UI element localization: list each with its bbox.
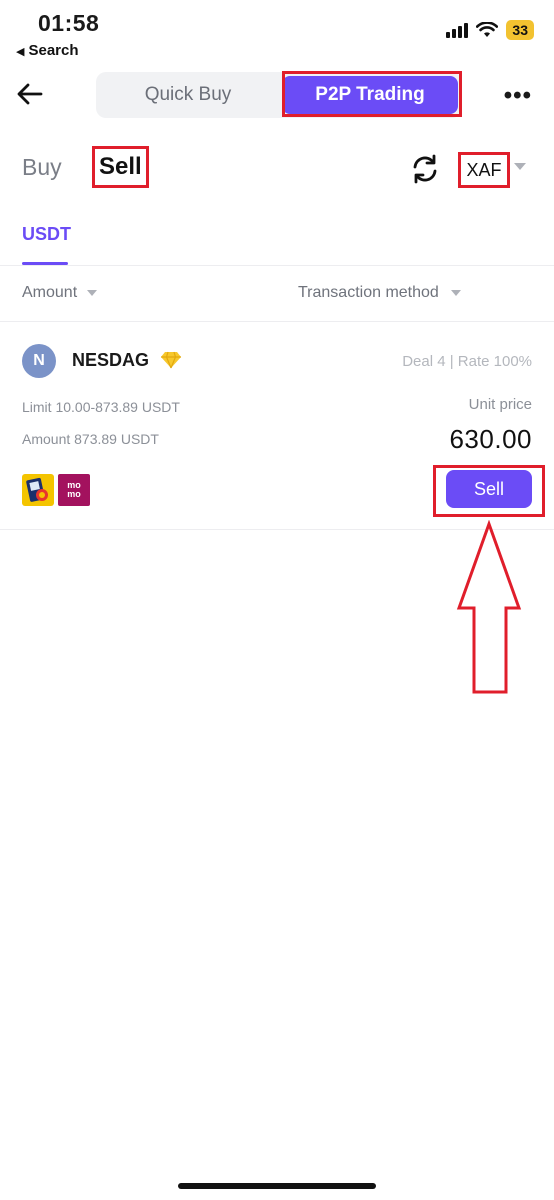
avatar[interactable]: N — [22, 344, 56, 378]
sell-button[interactable]: Sell — [446, 470, 532, 508]
wifi-icon — [476, 22, 499, 37]
merchant-name[interactable]: NESDAG — [72, 350, 149, 371]
back-triangle-icon: ◀ — [16, 46, 25, 58]
offer-limit: Limit 10.00-873.89 USDT — [22, 399, 180, 415]
mtn-mobile-money-icon — [22, 474, 54, 506]
cellular-signal-icon — [446, 22, 469, 38]
back-to-app-link[interactable]: ◀ Search — [16, 42, 79, 59]
offer-amount: Amount 873.89 USDT — [22, 431, 159, 447]
mtn-logo-icon — [26, 477, 48, 502]
home-indicator[interactable] — [178, 1183, 376, 1189]
filter-amount[interactable]: Amount — [22, 284, 98, 302]
status-bar: 01:58 ◀ Search 33 — [0, 0, 554, 70]
app-header: Quick Buy P2P Trading ••• — [0, 70, 554, 120]
tab-asset-usdt[interactable]: USDT — [22, 224, 71, 245]
filter-transaction-method[interactable]: Transaction method — [298, 284, 461, 302]
more-icon[interactable]: ••• — [504, 82, 532, 110]
tab-quick-buy[interactable]: Quick Buy — [96, 72, 280, 118]
deal-stats: Deal 4 | Rate 100% — [402, 353, 532, 370]
annotation-arrow-icon — [456, 520, 522, 694]
back-arrow-icon[interactable] — [14, 78, 46, 110]
chevron-down-icon — [87, 290, 98, 296]
chevron-down-icon — [450, 290, 461, 296]
momo-logo-text-bottom: mo — [67, 489, 81, 499]
chevron-down-icon[interactable] — [514, 163, 526, 170]
back-to-app-label: Search — [28, 42, 79, 59]
unit-price-label: Unit price — [468, 396, 532, 413]
unit-price: 630.00 — [449, 424, 532, 454]
refresh-icon[interactable] — [408, 152, 442, 186]
trade-direction-row: Buy Sell XAF — [0, 140, 554, 196]
currency-selector[interactable]: XAF — [458, 152, 510, 188]
filter-bar: Amount Transaction method — [0, 266, 554, 322]
system-icons: 33 — [446, 20, 534, 40]
diamond-icon — [161, 351, 181, 369]
filter-method-label: Transaction method — [298, 284, 439, 301]
filter-amount-label: Amount — [22, 284, 78, 301]
battery-indicator: 33 — [506, 20, 534, 40]
status-time: 01:58 — [38, 10, 100, 36]
tab-buy[interactable]: Buy — [22, 154, 62, 181]
tab-p2p-trading[interactable]: P2P Trading — [282, 76, 458, 114]
momo-icon: mo mo — [58, 474, 90, 506]
tab-sell[interactable]: Sell — [92, 146, 149, 188]
mode-switcher: Quick Buy P2P Trading — [96, 72, 462, 118]
